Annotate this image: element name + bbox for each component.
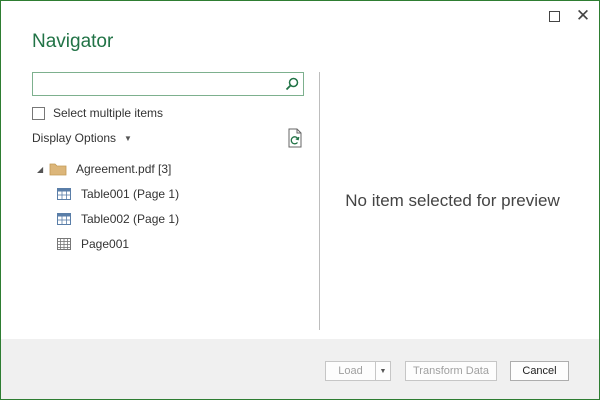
transform-data-button[interactable]: Transform Data [405,361,497,381]
refresh-icon[interactable] [286,128,304,148]
select-multiple-row[interactable]: Select multiple items [32,105,163,121]
folder-icon [49,163,67,176]
dialog-title: Navigator [32,31,114,52]
select-multiple-checkbox[interactable] [32,106,45,120]
close-button[interactable]: ✕ [574,7,592,25]
load-button[interactable]: Load [325,361,376,381]
maximize-icon [548,10,560,22]
preview-message: No item selected for preview [345,191,560,210]
tree-item-table002[interactable]: Table002 (Page 1) [57,210,179,228]
page-grid-icon [57,238,71,250]
search-box[interactable] [32,72,304,96]
table-icon [57,188,71,200]
caret-down-icon: ▼ [124,133,132,143]
tree-node-label: Agreement.pdf [3] [76,162,172,176]
select-multiple-label: Select multiple items [53,106,164,120]
tree-node-agreement-pdf[interactable]: ◢ Agreement.pdf [3] [37,160,171,178]
display-options-dropdown[interactable]: Display Options ▼ [32,131,132,145]
maximize-button[interactable] [545,7,563,25]
tree-item-label: Table001 (Page 1) [81,187,180,201]
expand-triangle-icon[interactable]: ◢ [37,165,47,174]
display-options-label: Display Options [32,131,117,145]
tree-item-table001[interactable]: Table001 (Page 1) [57,185,179,203]
tree-item-page001[interactable]: Page001 [57,235,129,253]
table-icon [57,213,71,225]
cancel-button[interactable]: Cancel [510,361,569,381]
search-input[interactable] [33,73,285,95]
tree-item-label: Page001 [81,237,130,251]
close-icon: ✕ [575,6,591,26]
load-dropdown-arrow-icon[interactable]: ▼ [375,361,391,381]
tree-item-label: Table002 (Page 1) [81,212,180,226]
search-icon[interactable] [285,77,299,91]
footer-bar: Load ▼ Transform Data Cancel [1,339,599,399]
navigator-window: ✕ Navigator Select multiple items Displa… [0,0,600,400]
